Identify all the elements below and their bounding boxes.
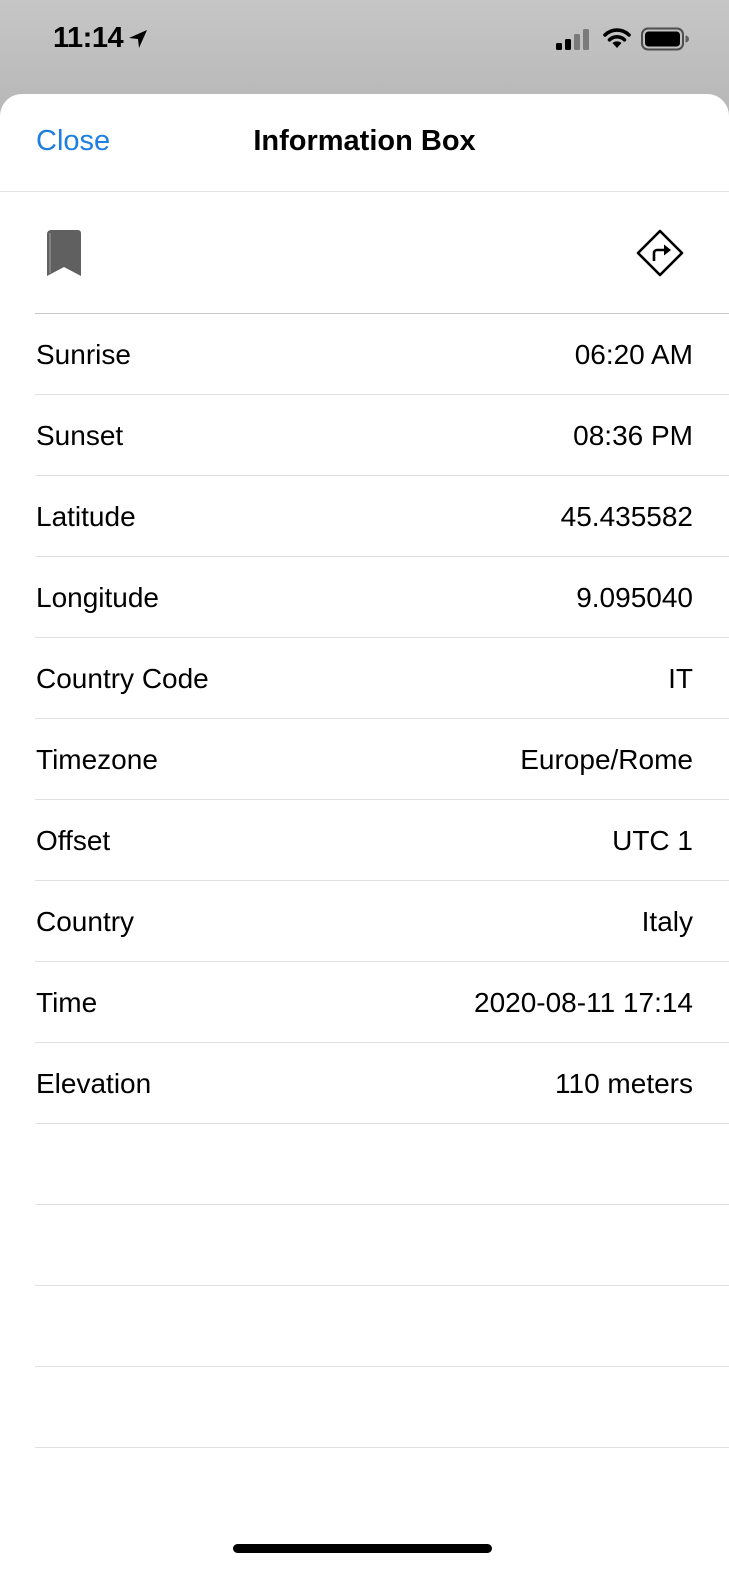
nav-bar: Close Information Box [0, 94, 729, 192]
info-row-country-code: Country Code IT [35, 638, 729, 719]
row-label: Sunrise [36, 339, 131, 370]
empty-row [35, 1124, 729, 1205]
row-label: Time [36, 987, 98, 1018]
directions-icon[interactable] [635, 228, 685, 278]
row-value: 06:20 AM [574, 339, 693, 370]
info-row-longitude: Longitude 9.095040 [35, 557, 729, 638]
info-row-sunset: Sunset 08:36 PM [35, 395, 729, 476]
row-value: Europe/Rome [520, 744, 693, 775]
row-value: UTC 1 [612, 825, 693, 856]
row-label: Country [36, 906, 135, 937]
empty-row [35, 1286, 729, 1367]
row-value: 08:36 PM [573, 420, 693, 451]
bookmark-icon[interactable] [45, 230, 81, 276]
signal-icon [556, 29, 589, 50]
empty-row [35, 1205, 729, 1286]
battery-icon [641, 27, 689, 51]
row-value: 110 meters [555, 1068, 693, 1099]
info-row-sunrise: Sunrise 06:20 AM [35, 314, 729, 395]
information-sheet: Close Information Box Sunrise 06:20 AM S… [0, 94, 729, 1577]
info-row-latitude: Latitude 45.435582 [35, 476, 729, 557]
row-label: Elevation [36, 1068, 152, 1099]
row-label: Offset [36, 825, 111, 856]
action-toolbar [35, 192, 729, 314]
info-row-offset: Offset UTC 1 [35, 800, 729, 881]
info-row-country: Country Italy [35, 881, 729, 962]
info-list: Sunrise 06:20 AM Sunset 08:36 PM Latitud… [0, 314, 729, 1448]
page-title: Information Box [253, 125, 476, 157]
row-value: 2020-08-11 17:14 [474, 987, 693, 1018]
row-value: IT [668, 663, 693, 694]
status-bar: 11:14 [0, 0, 729, 80]
location-arrow-icon [129, 30, 147, 48]
row-label: Sunset [36, 420, 124, 451]
status-time: 11:14 [53, 22, 124, 54]
row-label: Longitude [36, 582, 160, 613]
row-value: 45.435582 [560, 501, 693, 532]
info-row-time: Time 2020-08-11 17:14 [35, 962, 729, 1043]
screen: 11:14 Close Information Box Sunrise 06:2… [0, 0, 729, 1577]
row-value: Italy [641, 906, 693, 937]
empty-row [35, 1367, 729, 1448]
row-value: 9.095040 [576, 582, 693, 613]
wifi-icon [603, 28, 631, 48]
row-label: Timezone [36, 744, 158, 775]
home-indicator[interactable] [233, 1544, 492, 1553]
info-row-timezone: Timezone Europe/Rome [35, 719, 729, 800]
row-label: Latitude [36, 501, 136, 532]
info-row-elevation: Elevation 110 meters [35, 1043, 729, 1124]
row-label: Country Code [36, 663, 209, 694]
